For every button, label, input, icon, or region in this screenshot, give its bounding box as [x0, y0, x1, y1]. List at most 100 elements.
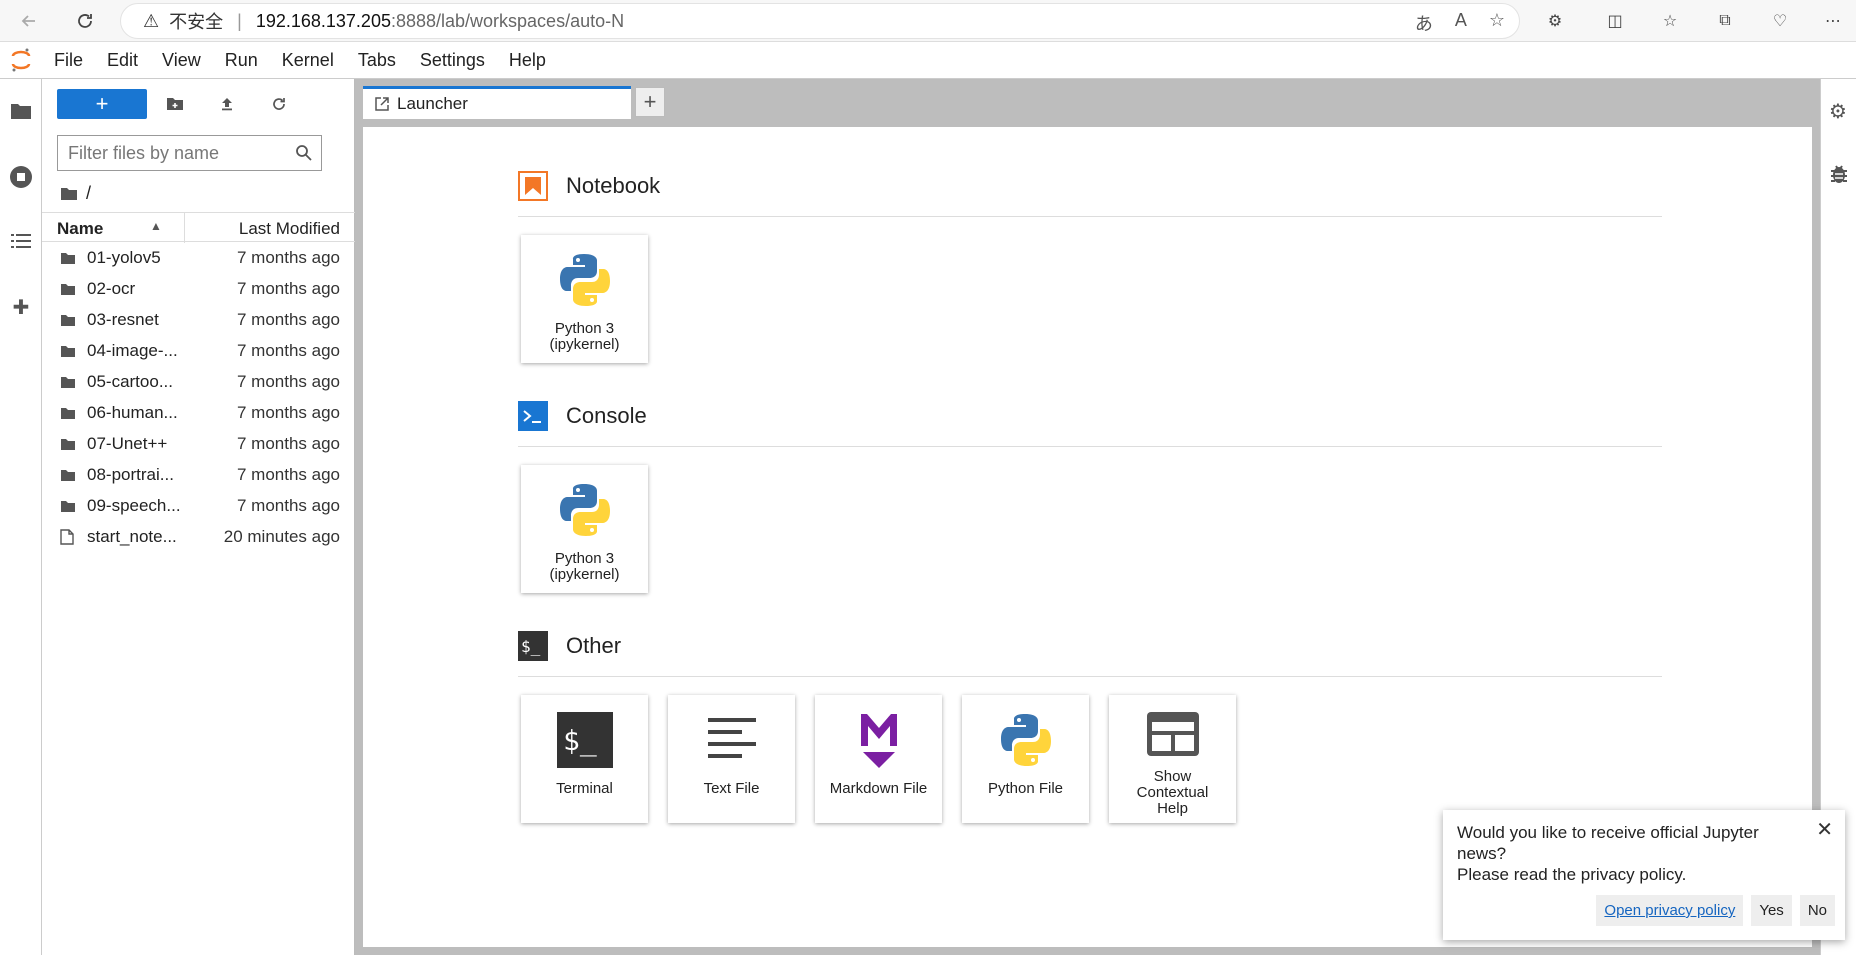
python-file-card[interactable]: Python File — [962, 695, 1089, 823]
file-modified: 7 months ago — [236, 372, 340, 391]
file-browser-tab[interactable] — [0, 93, 42, 129]
file-list-item[interactable]: 05-cartoo... 7 months ago — [42, 366, 355, 397]
new-folder-button[interactable] — [164, 93, 186, 115]
read-aloud-icon[interactable]: A — [1455, 10, 1467, 36]
file-list-item[interactable]: 02-ocr 7 months ago — [42, 273, 355, 304]
markdown-file-card[interactable]: Markdown File — [815, 695, 942, 823]
menu-settings[interactable]: Settings — [408, 50, 497, 71]
menu-file[interactable]: File — [42, 50, 95, 71]
file-list-item[interactable]: 09-speech... 7 months ago — [42, 490, 355, 521]
address-separator: | — [237, 10, 242, 31]
health-button[interactable]: ♡ — [1765, 6, 1795, 36]
file-modified: 7 months ago — [236, 310, 340, 329]
refresh-files-button[interactable] — [268, 93, 290, 115]
menubar: File Edit View Run Kernel Tabs Settings … — [0, 42, 1856, 79]
split-screen-button[interactable]: ◫ — [1600, 6, 1630, 36]
menu-tabs[interactable]: Tabs — [346, 50, 408, 71]
svg-text:$_: $_ — [521, 637, 541, 656]
running-terminals-tab[interactable] — [0, 159, 42, 195]
debugger-tab[interactable] — [1829, 163, 1849, 190]
text-file-icon — [706, 699, 758, 781]
console-python3-card[interactable]: Python 3 (ipykernel) — [521, 465, 648, 593]
folder-icon — [60, 343, 76, 363]
menu-edit[interactable]: Edit — [95, 50, 150, 71]
folder-icon — [60, 281, 76, 301]
more-button[interactable]: ⋯ — [1818, 6, 1848, 36]
folder-icon — [11, 104, 31, 119]
contextual-help-icon — [1145, 699, 1201, 769]
filter-files-input[interactable]: Filter files by name — [57, 135, 322, 171]
menu-run[interactable]: Run — [213, 50, 270, 71]
card-label: Show Contextual Help — [1136, 768, 1209, 817]
terminal-icon: $_ — [556, 699, 613, 781]
warning-icon: ⚠ — [143, 10, 160, 31]
notification-message: Would you like to receive official Jupyt… — [1457, 823, 1759, 863]
terminal-card[interactable]: $_ Terminal — [521, 695, 648, 823]
notebook-python3-card[interactable]: Python 3 (ipykernel) — [521, 235, 648, 363]
column-last-modified[interactable]: Last Modified — [239, 219, 340, 239]
back-button[interactable] — [14, 6, 44, 36]
folder-icon — [60, 498, 76, 518]
folder-icon — [60, 467, 76, 487]
menu-help[interactable]: Help — [497, 50, 558, 71]
split-screen-icon: ◫ — [1607, 13, 1623, 30]
text-file-card[interactable]: Text File — [668, 695, 795, 823]
puzzle-icon: ✚ — [12, 296, 30, 319]
folder-icon — [60, 374, 76, 394]
menu-view[interactable]: View — [150, 50, 213, 71]
file-list-item[interactable]: 07-Unet++ 7 months ago — [42, 428, 355, 459]
file-list-item[interactable]: 08-portrai... 7 months ago — [42, 459, 355, 490]
upload-button[interactable] — [216, 93, 238, 115]
file-modified: 7 months ago — [236, 403, 340, 422]
file-name: 07-Unet++ — [87, 434, 168, 453]
menu-kernel[interactable]: Kernel — [270, 50, 346, 71]
add-tab-button[interactable]: + — [635, 87, 665, 117]
extensions-button[interactable]: ⚙ — [1540, 6, 1570, 36]
property-inspector-tab[interactable]: ⚙ — [1829, 99, 1847, 124]
table-of-contents-tab[interactable] — [0, 223, 42, 259]
file-modified: 7 months ago — [236, 341, 340, 360]
collections-button[interactable]: ⧉ — [1710, 6, 1740, 36]
favorites-button[interactable]: ☆ — [1655, 6, 1685, 36]
file-modified: 7 months ago — [236, 434, 340, 453]
url-path: :8888/lab/workspaces/auto-N — [390, 10, 625, 31]
file-list-item[interactable]: 06-human... 7 months ago — [42, 397, 355, 428]
console-section-header: Console — [518, 401, 647, 431]
collections-icon: ⧉ — [1719, 12, 1731, 29]
folder-icon — [60, 405, 76, 425]
card-label: Markdown File — [829, 780, 928, 797]
card-label: Terminal — [556, 780, 613, 797]
column-name[interactable]: Name — [57, 219, 103, 239]
section-divider — [518, 216, 1662, 217]
extension-manager-tab[interactable]: ✚ — [0, 289, 42, 325]
list-icon — [11, 234, 31, 248]
no-button[interactable]: No — [1799, 895, 1835, 926]
breadcrumb-root[interactable]: / — [86, 183, 91, 204]
bug-icon — [1831, 165, 1847, 183]
tab-launcher[interactable]: Launcher — [363, 86, 631, 119]
favorite-star-icon[interactable]: ☆ — [1489, 10, 1505, 36]
address-bar[interactable]: ⚠ 不安全 | 192.168.137.205:8888/lab/workspa… — [120, 3, 1520, 39]
file-list-item[interactable]: 01-yolov5 7 months ago — [42, 242, 355, 273]
new-launcher-button[interactable]: + — [57, 89, 147, 119]
file-list-item[interactable]: 03-resnet 7 months ago — [42, 304, 355, 335]
file-list-item[interactable]: 04-image-... 7 months ago — [42, 335, 355, 366]
card-label-line2: (ipykernel) — [549, 336, 620, 353]
yes-button[interactable]: Yes — [1751, 895, 1792, 926]
notebook-section-header: Notebook — [518, 171, 660, 201]
section-divider — [518, 446, 1662, 447]
refresh-button[interactable] — [70, 6, 100, 36]
file-icon — [60, 529, 74, 550]
open-privacy-policy-button[interactable]: Open privacy policy — [1596, 895, 1744, 926]
folder-icon — [61, 187, 77, 200]
favorites-icon: ☆ — [1662, 13, 1678, 30]
news-notification: ✕ Would you like to receive official Jup… — [1443, 810, 1845, 940]
close-icon[interactable]: ✕ — [1816, 820, 1833, 841]
contextual-help-card[interactable]: Show Contextual Help — [1109, 695, 1236, 823]
breadcrumb[interactable]: / — [60, 183, 91, 204]
console-section-title: Console — [566, 403, 647, 428]
file-list-item[interactable]: start_note... 20 minutes ago — [42, 521, 355, 552]
more-icon: ⋯ — [1825, 13, 1841, 30]
card-label: Python File — [987, 780, 1064, 797]
translate-icon[interactable]: あ — [1415, 10, 1433, 36]
